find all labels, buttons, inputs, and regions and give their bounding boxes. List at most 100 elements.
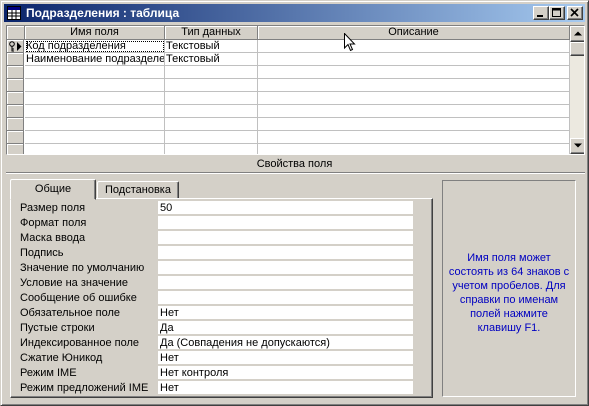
row-selector[interactable] <box>7 118 24 131</box>
property-row[interactable]: Размер поля 50 <box>16 201 421 216</box>
row-selector[interactable] <box>7 144 24 154</box>
table-design-window: Подразделения : таблица Имя поля Тип дан… <box>0 0 589 406</box>
general-properties-panel: Размер поля 50 Формат поля Маска ввода Подпи… <box>10 198 433 398</box>
close-icon <box>570 8 579 17</box>
column-header-data-type: Тип данных <box>165 26 258 40</box>
property-row[interactable]: Сообщение об ошибке <box>16 291 421 306</box>
data-type-cell[interactable] <box>165 92 258 105</box>
help-text: Имя поля может состоять из 64 знаков с у… <box>448 252 570 334</box>
key-icon <box>9 41 15 52</box>
field-properties-title: Свойства поля <box>256 158 333 170</box>
property-row[interactable]: Индексированное поле Да (Совпадения не до… <box>16 336 421 351</box>
property-value-field[interactable]: 50 <box>158 201 413 215</box>
field-name-cell[interactable] <box>25 144 165 154</box>
row-selector[interactable] <box>7 40 24 53</box>
row-selector[interactable] <box>7 66 24 79</box>
minimize-button[interactable] <box>533 6 549 20</box>
property-value-field[interactable] <box>158 276 413 290</box>
property-row[interactable]: Условие на значение <box>16 276 421 291</box>
property-row[interactable]: Формат поля <box>16 216 421 231</box>
data-type-cell[interactable] <box>165 131 258 144</box>
section-divider <box>6 172 585 174</box>
title-bar[interactable]: Подразделения : таблица <box>4 4 585 22</box>
property-row[interactable]: Подпись <box>16 246 421 261</box>
property-label: Формат поля <box>20 217 87 229</box>
description-cell[interactable] <box>258 53 570 66</box>
close-button[interactable] <box>567 6 583 20</box>
field-name-cell[interactable] <box>25 118 165 131</box>
property-value-field[interactable]: Нет <box>158 351 413 365</box>
property-row[interactable]: Пустые строки Да <box>16 321 421 336</box>
row-pointer-icon <box>17 42 22 51</box>
row-selector[interactable] <box>7 105 24 118</box>
field-design-grid: Имя поля Тип данных Описание Код подразд… <box>6 25 585 155</box>
field-name-cell[interactable] <box>25 92 165 105</box>
property-row[interactable]: Режим предложений IME Нет <box>16 381 421 396</box>
description-cell[interactable] <box>258 40 570 53</box>
description-cell[interactable] <box>258 144 570 154</box>
property-label: Сообщение об ошибке <box>20 292 137 304</box>
property-label: Условие на значение <box>20 277 129 289</box>
property-row[interactable]: Сжатие Юникод Нет <box>16 351 421 366</box>
tab-lookup[interactable]: Подстановка <box>97 181 179 199</box>
scroll-down-button[interactable] <box>570 138 584 154</box>
maximize-button[interactable] <box>549 6 565 20</box>
description-cell[interactable] <box>258 79 570 92</box>
property-value-field[interactable] <box>158 291 413 305</box>
property-row[interactable]: Маска ввода <box>16 231 421 246</box>
property-value-field[interactable]: Нет контроля <box>158 366 413 380</box>
scroll-down-arrow-icon <box>574 143 582 148</box>
window-title: Подразделения : таблица <box>26 6 180 20</box>
property-row[interactable]: Обязательное поле Нет <box>16 306 421 321</box>
field-name-cell[interactable]: Код подразделения <box>25 40 165 53</box>
data-type-cell[interactable] <box>165 118 258 131</box>
data-type-cell[interactable] <box>165 105 258 118</box>
field-name-cell[interactable] <box>25 105 165 118</box>
field-name-cell[interactable] <box>25 66 165 79</box>
description-cell[interactable] <box>258 92 570 105</box>
data-type-cell[interactable] <box>165 66 258 79</box>
property-value-field[interactable] <box>158 216 413 230</box>
description-cell[interactable] <box>258 105 570 118</box>
property-value-field[interactable]: Нет <box>158 381 413 395</box>
field-name-cell[interactable] <box>25 79 165 92</box>
property-label: Сжатие Юникод <box>20 352 103 364</box>
property-value-field[interactable]: Нет <box>158 306 413 320</box>
property-row[interactable]: Режим IME Нет контроля <box>16 366 421 381</box>
property-label: Значение по умолчанию <box>20 262 145 274</box>
property-label: Маска ввода <box>20 232 86 244</box>
data-type-cell[interactable] <box>165 79 258 92</box>
property-value-field[interactable] <box>158 261 413 275</box>
property-value-field[interactable]: Да <box>158 321 413 335</box>
maximize-icon <box>552 8 561 17</box>
description-cell[interactable] <box>258 118 570 131</box>
scroll-up-arrow-icon <box>574 31 582 36</box>
row-selector[interactable] <box>7 79 24 92</box>
property-label: Индексированное поле <box>20 337 139 349</box>
property-value-field[interactable]: Да (Совпадения не допускаются) <box>158 336 413 350</box>
property-row[interactable]: Значение по умолчанию <box>16 261 421 276</box>
scroll-thumb[interactable] <box>570 42 584 56</box>
tab-general[interactable]: Общие <box>10 179 96 200</box>
scroll-up-button[interactable] <box>570 26 584 42</box>
property-value-field[interactable] <box>158 246 413 260</box>
data-type-cell[interactable]: Текстовый <box>165 40 258 53</box>
property-label: Режим IME <box>20 367 77 379</box>
description-cell[interactable] <box>258 131 570 144</box>
row-selector[interactable] <box>7 131 24 144</box>
row-selector[interactable] <box>7 92 24 105</box>
row-selector[interactable] <box>7 53 24 66</box>
property-label: Подпись <box>20 247 64 259</box>
field-name-cell[interactable]: Наименование подразделения <box>25 53 165 66</box>
property-label: Обязательное поле <box>20 307 121 319</box>
grid-corner[interactable] <box>7 26 25 40</box>
data-type-cell[interactable] <box>165 144 258 154</box>
data-type-cell[interactable]: Текстовый <box>165 53 258 66</box>
field-name-cell[interactable] <box>25 131 165 144</box>
column-header-field-name: Имя поля <box>25 26 165 40</box>
property-label: Режим предложений IME <box>20 382 149 394</box>
description-cell[interactable] <box>258 66 570 79</box>
vertical-scrollbar[interactable] <box>570 26 584 154</box>
property-value-field[interactable] <box>158 231 413 245</box>
property-label: Пустые строки <box>20 322 95 334</box>
